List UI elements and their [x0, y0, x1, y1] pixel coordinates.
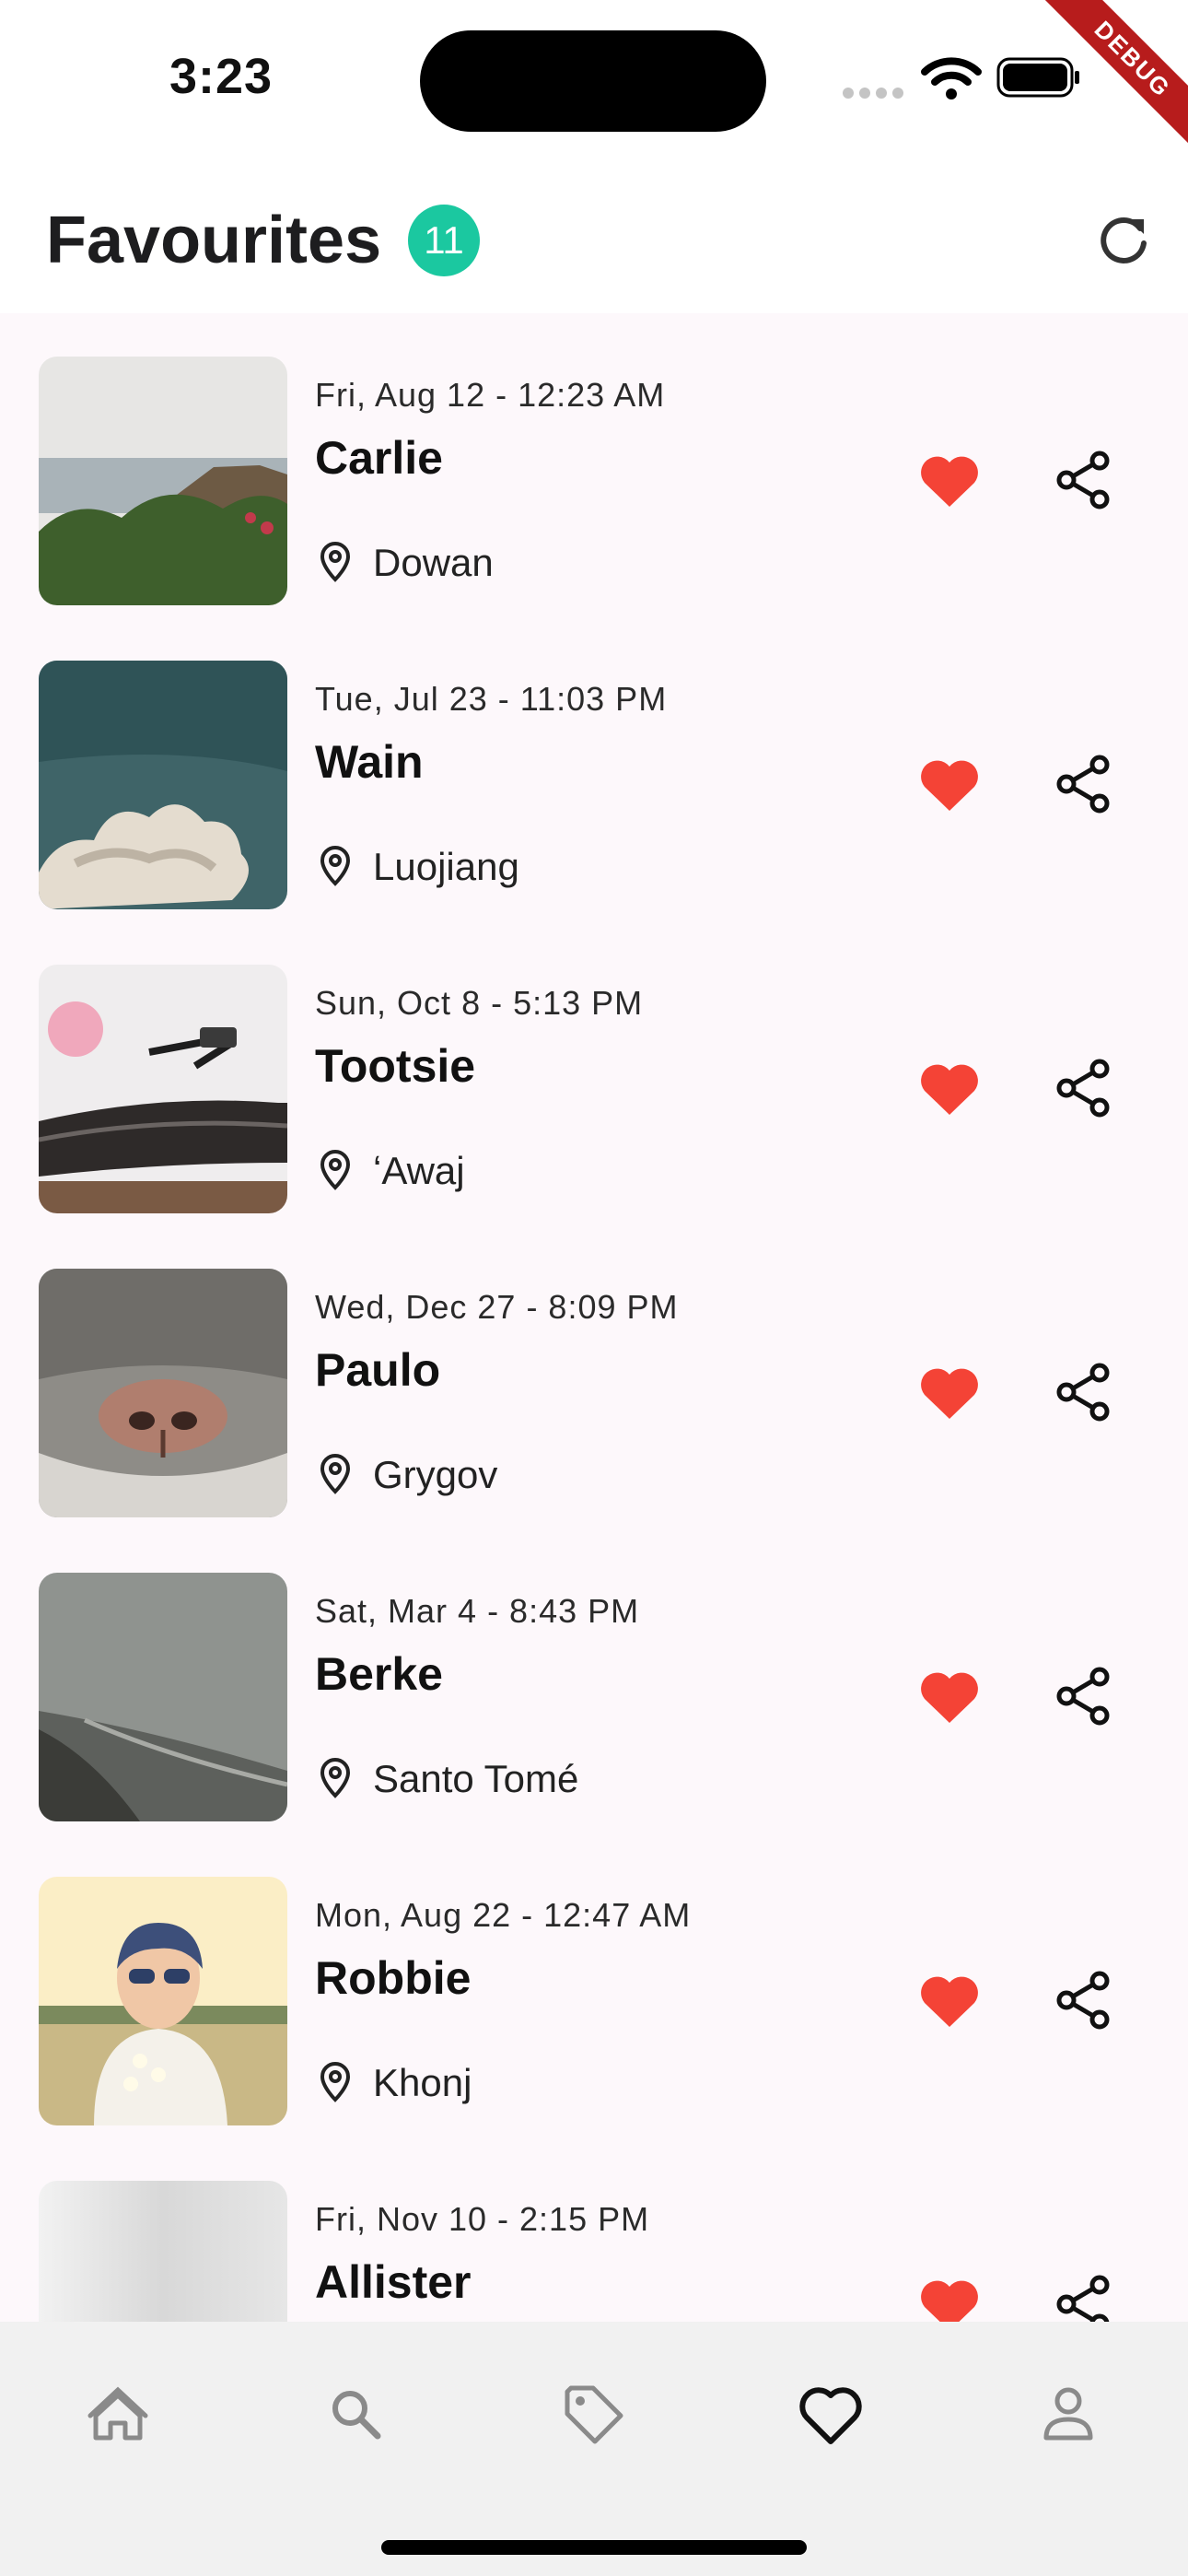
item-date: Sat, Mar 4 - 8:43 PM [315, 1592, 640, 1630]
heart-icon[interactable] [917, 451, 982, 510]
list-item[interactable]: Tue, Jul 23 - 11:03 PM Wain Luojiang [0, 617, 1188, 921]
debug-label: DEBUG [1033, 0, 1188, 157]
item-date: Wed, Dec 27 - 8:09 PM [315, 1288, 679, 1326]
heart-icon[interactable] [917, 1668, 982, 1727]
tag-icon[interactable] [538, 2359, 648, 2469]
heart-icon[interactable] [917, 1972, 982, 2031]
heart-icon[interactable] [917, 2276, 982, 2322]
item-location: ʻAwaj [373, 1149, 465, 1192]
item-date: Fri, Nov 10 - 2:15 PM [315, 2200, 650, 2238]
item-name: Robbie [315, 1952, 472, 2004]
page-title: Favourites [46, 204, 382, 277]
list-item[interactable]: Mon, Aug 22 - 12:47 AM Robbie Khonj [0, 1833, 1188, 2137]
share-icon[interactable] [1052, 752, 1116, 816]
item-thumbnail [39, 357, 287, 605]
cellular-signal-icon [843, 87, 909, 103]
app-header: Favourites 11 [0, 157, 1188, 313]
share-icon[interactable] [1052, 1360, 1116, 1424]
heart-icon[interactable] [917, 755, 982, 814]
item-location: Dowan [373, 541, 494, 584]
favourites-count-badge: 11 [408, 205, 480, 276]
share-icon[interactable] [1052, 1664, 1116, 1728]
item-location: Khonj [373, 2061, 472, 2104]
heart-icon[interactable] [917, 1364, 982, 1423]
dynamic-island [420, 30, 766, 132]
item-location: Santo Tomé [373, 1757, 579, 1800]
item-thumbnail [39, 1269, 287, 1517]
debug-banner: DEBUG [1031, 0, 1188, 157]
list-item[interactable]: Sat, Mar 4 - 8:43 PM Berke Santo Tomé [0, 1529, 1188, 1833]
item-name: Paulo [315, 1344, 441, 1396]
person-icon[interactable] [1013, 2359, 1124, 2469]
heart-icon[interactable] [917, 1060, 982, 1118]
location-pin-icon [320, 1454, 351, 1494]
share-icon[interactable] [1052, 1968, 1116, 2032]
item-name: Carlie [315, 432, 443, 484]
location-pin-icon [320, 1150, 351, 1190]
item-name: Tootsie [315, 1040, 476, 1092]
item-date: Mon, Aug 22 - 12:47 AM [315, 1896, 692, 1934]
location-pin-icon [320, 542, 351, 582]
item-name: Allister [315, 2256, 472, 2308]
item-date: Fri, Aug 12 - 12:23 AM [315, 376, 666, 414]
item-location: Grygov [373, 1453, 498, 1496]
item-thumbnail [39, 1877, 287, 2125]
home-indicator[interactable] [381, 2540, 807, 2555]
share-icon[interactable] [1052, 2272, 1116, 2322]
share-icon[interactable] [1052, 448, 1116, 512]
item-thumbnail [39, 2181, 287, 2322]
refresh-icon[interactable] [1094, 210, 1153, 269]
bottom-navigation [0, 2322, 1188, 2576]
location-pin-icon [320, 1758, 351, 1798]
list-item[interactable]: Wed, Dec 27 - 8:09 PM Paulo Grygov [0, 1225, 1188, 1529]
home-icon[interactable] [63, 2359, 173, 2469]
wifi-icon [921, 57, 982, 100]
status-time: 3:23 [169, 49, 274, 104]
search-icon[interactable] [300, 2359, 411, 2469]
favourites-list[interactable]: Fri, Aug 12 - 12:23 AM Carlie Dowan Tue,… [0, 313, 1188, 2322]
list-item[interactable]: Sun, Oct 8 - 5:13 PM Tootsie ʻAwaj [0, 921, 1188, 1225]
location-pin-icon [320, 846, 351, 886]
share-icon[interactable] [1052, 1056, 1116, 1120]
item-date: Sun, Oct 8 - 5:13 PM [315, 984, 644, 1022]
item-thumbnail [39, 661, 287, 909]
list-item[interactable]: Fri, Nov 10 - 2:15 PM Allister [0, 2137, 1188, 2322]
heart-icon[interactable] [775, 2359, 886, 2469]
item-thumbnail [39, 1573, 287, 1821]
item-name: Wain [315, 736, 424, 788]
item-name: Berke [315, 1648, 443, 1700]
location-pin-icon [320, 2062, 351, 2102]
list-item[interactable]: Fri, Aug 12 - 12:23 AM Carlie Dowan [0, 313, 1188, 617]
status-bar: 3:23 DEBUG [0, 0, 1188, 157]
item-location: Luojiang [373, 845, 519, 888]
item-thumbnail [39, 965, 287, 1213]
item-date: Tue, Jul 23 - 11:03 PM [315, 680, 668, 718]
